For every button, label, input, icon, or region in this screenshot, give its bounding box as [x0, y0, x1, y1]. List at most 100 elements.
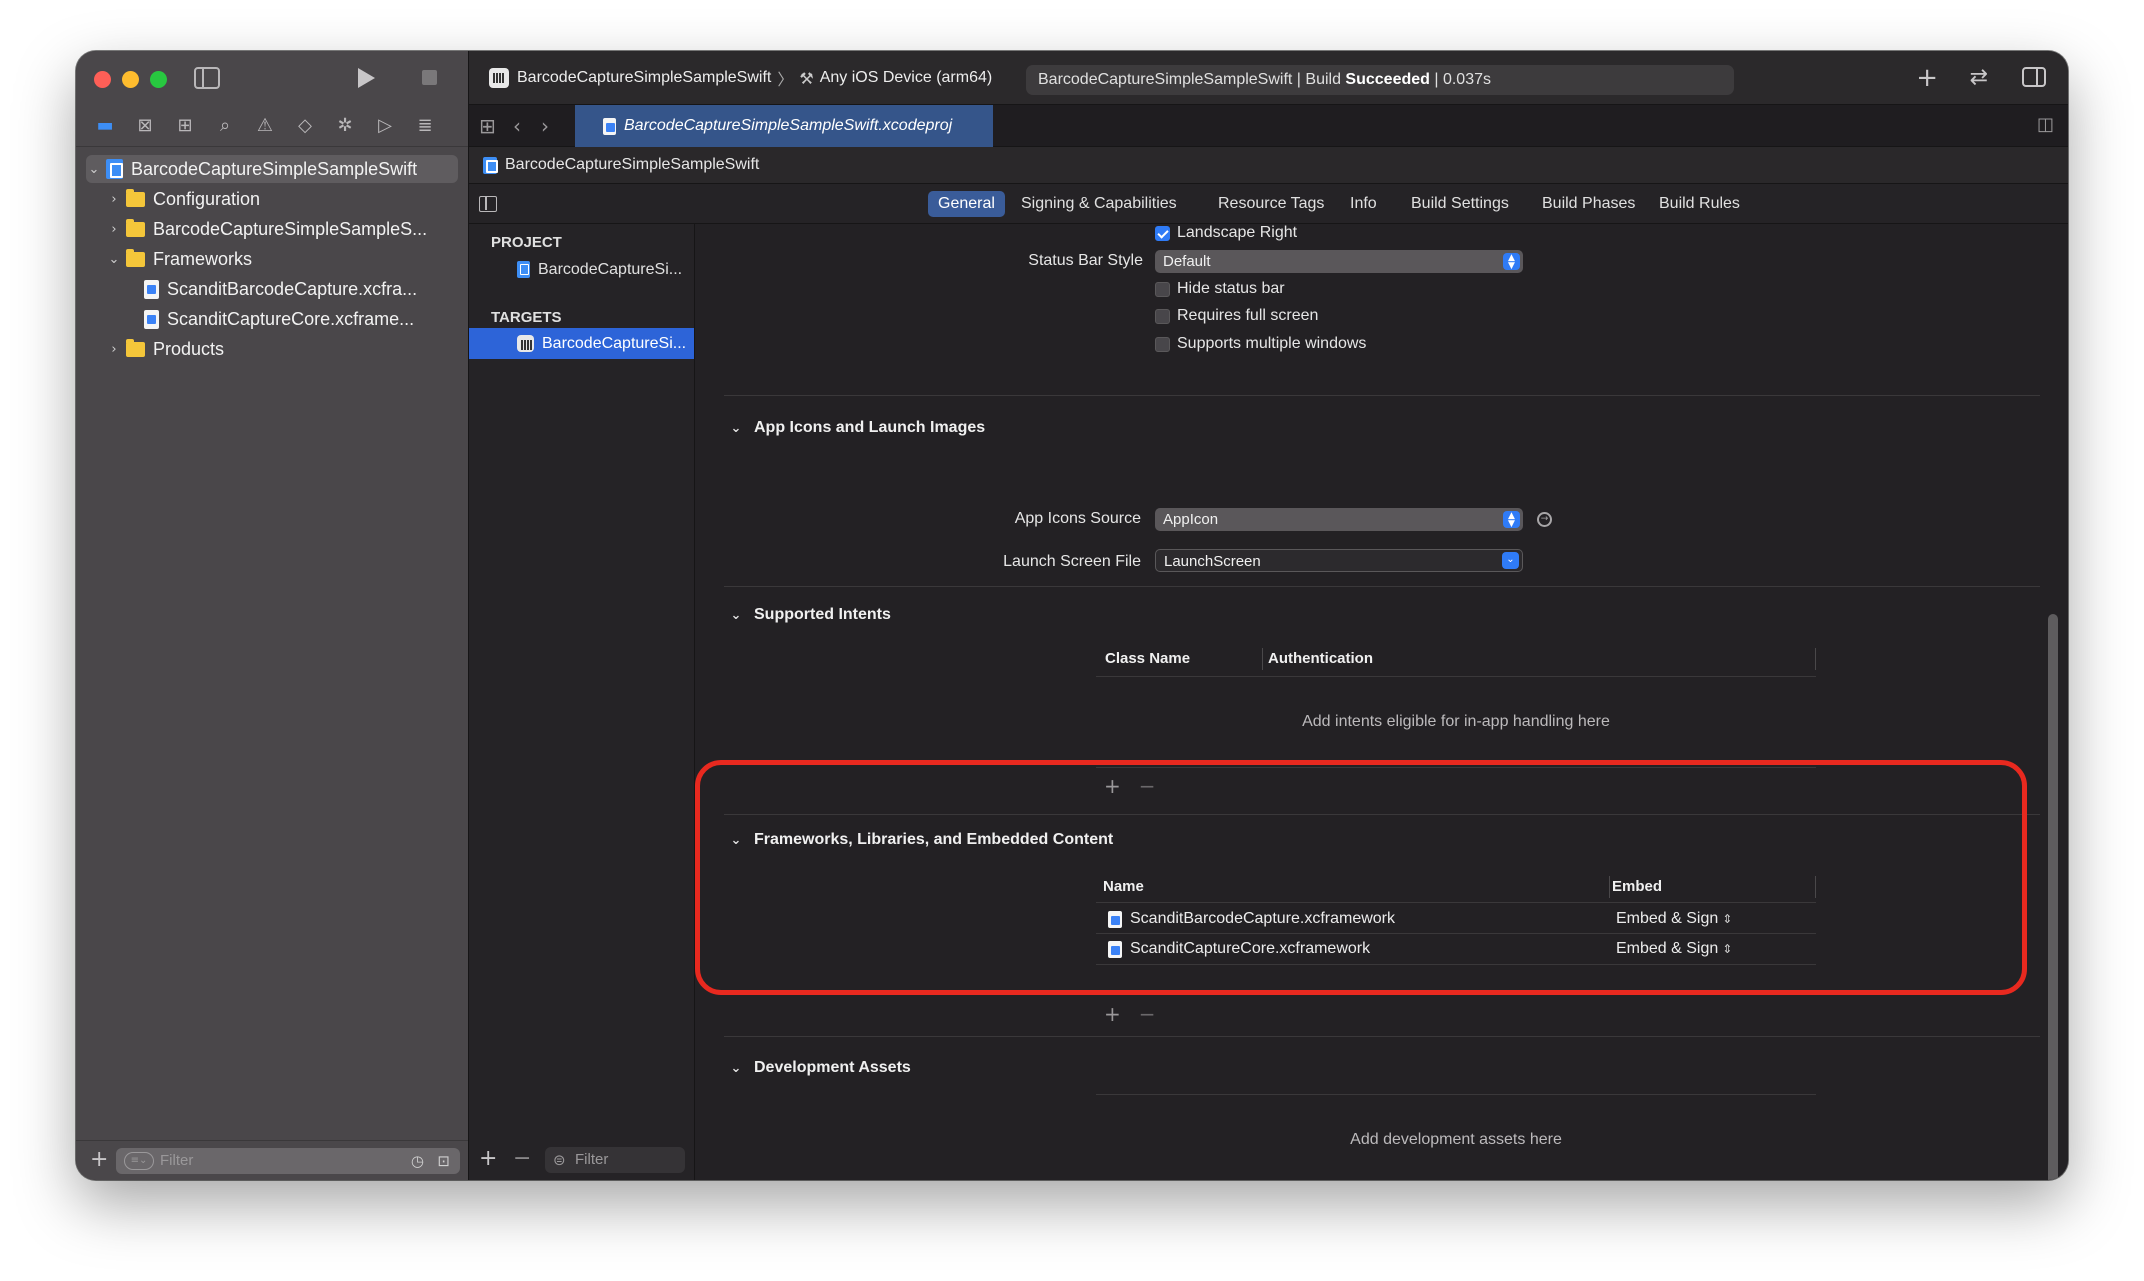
stop-button[interactable] [422, 70, 437, 85]
split-editor-icon[interactable]: ◫ [2037, 114, 2054, 135]
inspector-toggle-icon[interactable] [2022, 67, 2046, 87]
checkbox[interactable] [1155, 281, 1170, 297]
project-navigator: ▬ ⊠ ⊞ ⌕ ⚠ ◇ ✲ ▷ ≣ ⌄ BarcodeCaptureSimple… [76, 51, 469, 1180]
embed-popup[interactable]: Embed & Sign ⇕ [1616, 910, 1732, 928]
run-button[interactable] [358, 68, 375, 88]
checkbox-checked[interactable] [1155, 225, 1170, 241]
chevron-down-icon[interactable]: ⌄ [728, 608, 744, 623]
section-divider [724, 1036, 2040, 1037]
search-icon[interactable]: ⌕ [214, 115, 236, 137]
checkbox[interactable] [1155, 336, 1170, 352]
clock-icon[interactable]: ◷ [411, 1148, 424, 1174]
activity-viewer[interactable]: BarcodeCaptureSimpleSampleSwift | Build … [1026, 65, 1734, 95]
authentication-column-header[interactable]: Authentication [1268, 650, 1373, 667]
supports-multiple-windows-checkbox-row[interactable]: Supports multiple windows [1155, 335, 1366, 353]
minimize-window-button[interactable] [122, 71, 139, 88]
tab-general[interactable]: General [928, 191, 1005, 217]
chevron-down-icon[interactable]: ⌄ [1502, 552, 1519, 569]
chevron-down-icon[interactable]: ⌄ [728, 421, 744, 436]
forward-chevron-icon[interactable]: › [541, 114, 549, 138]
vertical-scrollbar[interactable] [2048, 614, 2058, 1180]
folder-icon[interactable]: ▬ [94, 115, 116, 137]
development-assets-section-header[interactable]: ⌄ Development Assets [728, 1059, 911, 1077]
launch-screen-combobox[interactable]: LaunchScreen ⌄ [1155, 549, 1523, 572]
tree-item-project[interactable]: ⌄ BarcodeCaptureSimpleSampleSwift [86, 155, 458, 183]
tab-build-settings[interactable]: Build Settings [1401, 191, 1519, 217]
chevron-right-icon[interactable]: › [106, 192, 122, 207]
grid-icon[interactable]: ⊞ [479, 114, 496, 138]
section-title: Supported Intents [754, 606, 891, 623]
sidebar-toggle-icon[interactable] [194, 67, 220, 89]
scheme-selector[interactable]: BarcodeCaptureSimpleSampleSwift 〉 ⚒ Any … [489, 66, 992, 90]
general-settings-content: Landscape Right Status Bar Style Default… [696, 224, 2068, 1180]
scm-filter-icon[interactable]: ⊡ [437, 1148, 450, 1174]
activity-prefix: BarcodeCaptureSimpleSampleSwift | Build [1038, 71, 1346, 88]
add-intent-button[interactable]: + [1104, 774, 1121, 798]
debug-icon[interactable]: ✲ [334, 115, 356, 137]
library-plus-icon[interactable]: + [1916, 63, 1938, 93]
tab-build-phases[interactable]: Build Phases [1532, 191, 1645, 217]
hide-status-bar-checkbox-row[interactable]: Hide status bar [1155, 280, 1285, 298]
destination-name[interactable]: Any iOS Device (arm64) [820, 69, 993, 87]
tree-item-products[interactable]: › Products [86, 335, 458, 363]
symbol-icon[interactable]: ⊞ [174, 115, 196, 137]
tab-signing-capabilities[interactable]: Signing & Capabilities [1011, 191, 1187, 217]
tree-item-configuration[interactable]: › Configuration [86, 185, 458, 213]
chevron-down-icon[interactable]: ⌄ [728, 1061, 744, 1076]
targets-toggle-icon[interactable] [479, 196, 497, 212]
remove-intent-button[interactable]: − [1139, 774, 1156, 798]
targets-filter-input[interactable]: ⊜ Filter [545, 1147, 685, 1173]
report-icon[interactable]: ≣ [414, 115, 436, 137]
supported-intents-section-header[interactable]: ⌄ Supported Intents [728, 606, 891, 624]
embed-popup[interactable]: Embed & Sign ⇕ [1616, 940, 1732, 958]
navigator-filter-input[interactable]: ≡⌄ Filter ◷ ⊡ [116, 1148, 460, 1174]
breadcrumb[interactable]: BarcodeCaptureSimpleSampleSwift [469, 147, 2068, 184]
framework-row[interactable]: ScanditCaptureCore.xcframework [1108, 940, 1370, 958]
tree-item-core-framework[interactable]: ScanditCaptureCore.xcframe... [86, 305, 458, 333]
tab-info[interactable]: Info [1340, 191, 1387, 217]
tab-build-rules[interactable]: Build Rules [1649, 191, 1750, 217]
status-bar-style-popup[interactable]: Default ▲ ▼ [1155, 250, 1523, 273]
chevron-right-icon[interactable]: › [106, 222, 122, 237]
table-header-divider [1096, 676, 1816, 677]
remove-target-button[interactable]: − [513, 1146, 531, 1171]
tree-item-label: Frameworks [153, 248, 253, 269]
requires-full-screen-checkbox-row[interactable]: Requires full screen [1155, 307, 1318, 325]
go-to-asset-icon[interactable]: → [1537, 512, 1552, 527]
chevron-down-icon[interactable]: ⌄ [86, 162, 102, 177]
embed-column-header[interactable]: Embed [1612, 878, 1662, 895]
checkbox[interactable] [1155, 308, 1170, 324]
test-icon[interactable]: ◇ [294, 115, 316, 137]
tree-item-barcode-framework[interactable]: ScanditBarcodeCapture.xcfra... [86, 275, 458, 303]
back-chevron-icon[interactable]: ‹ [513, 114, 521, 138]
close-window-button[interactable] [94, 71, 111, 88]
breadcrumb-label: BarcodeCaptureSimpleSampleSwift [505, 156, 760, 173]
source-control-icon[interactable]: ⊠ [134, 115, 156, 137]
name-column-header[interactable]: Name [1103, 878, 1144, 895]
app-icons-source-popup[interactable]: AppIcon ▲ ▼ [1155, 508, 1523, 531]
zoom-window-button[interactable] [150, 71, 167, 88]
framework-row[interactable]: ScanditBarcodeCapture.xcframework [1108, 910, 1395, 928]
chevron-right-icon[interactable]: › [106, 342, 122, 357]
target-item[interactable]: BarcodeCaptureSi... [469, 328, 694, 359]
chevron-down-icon[interactable]: ⌄ [106, 252, 122, 267]
landscape-right-checkbox-row[interactable]: Landscape Right [1155, 224, 1297, 242]
tree-item-frameworks[interactable]: ⌄ Frameworks [86, 245, 458, 273]
chevron-down-icon[interactable]: ⌄ [728, 833, 744, 848]
code-review-icon[interactable]: ⇄ [1970, 65, 1988, 90]
tab-resource-tags[interactable]: Resource Tags [1208, 191, 1334, 217]
issue-icon[interactable]: ⚠ [254, 115, 276, 137]
class-name-column-header[interactable]: Class Name [1105, 650, 1190, 667]
framework-name: ScanditBarcodeCapture.xcframework [1130, 910, 1396, 927]
tab-xcodeproj[interactable]: BarcodeCaptureSimpleSampleSwift.xcodepro… [575, 105, 993, 147]
tree-item-sample-folder[interactable]: › BarcodeCaptureSimpleSampleS... [86, 215, 458, 243]
app-icons-section-header[interactable]: ⌄ App Icons and Launch Images [728, 419, 986, 437]
checkbox-label: Requires full screen [1177, 307, 1319, 324]
frameworks-section-header[interactable]: ⌄ Frameworks, Libraries, and Embedded Co… [728, 831, 1114, 849]
breakpoint-icon[interactable]: ▷ [374, 115, 396, 137]
project-item[interactable]: BarcodeCaptureSi... [469, 254, 694, 285]
add-file-button[interactable]: + [90, 1147, 108, 1172]
add-framework-button[interactable]: + [1104, 1002, 1121, 1026]
add-target-button[interactable]: + [479, 1146, 497, 1171]
remove-framework-button[interactable]: − [1139, 1002, 1156, 1026]
